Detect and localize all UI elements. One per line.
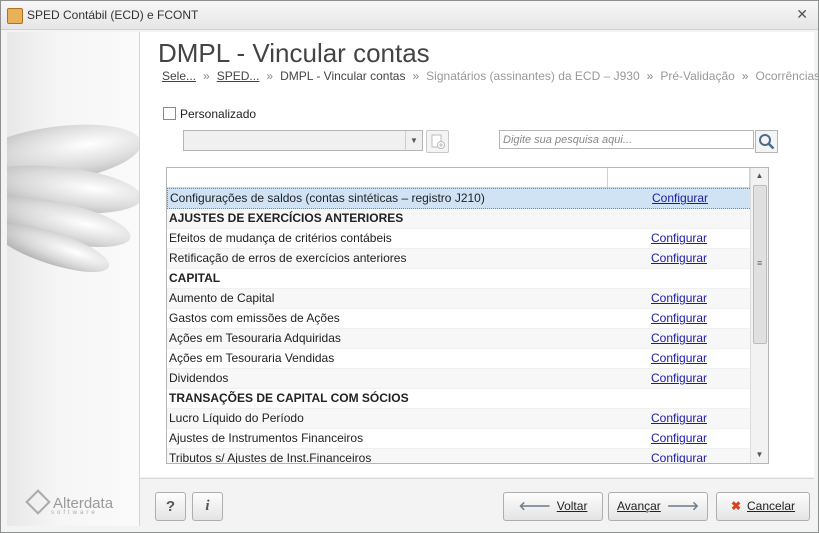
cancel-button[interactable]: ✖ Cancelar — [716, 492, 810, 521]
table-row[interactable]: Dividendos Configurar — [167, 369, 768, 389]
group-row[interactable]: TRANSAÇÕES DE CAPITAL COM SÓCIOS — [167, 389, 768, 409]
cancel-label: Cancelar — [747, 499, 796, 513]
breadcrumb: Sele... » SPED... » DMPL - Vincular contas » S… — [162, 69, 819, 83]
personalizado-checkbox[interactable] — [163, 107, 176, 120]
row-label: Efeitos de mudança de critérios contábei… — [169, 231, 392, 245]
table-row[interactable]: Gastos com emissões de Ações Configurar — [167, 309, 768, 329]
grid-header — [167, 168, 768, 188]
main-panel: DMPL - Vincular contas Sele...» SPED...» D… — [140, 32, 819, 477]
scroll-down-icon[interactable]: ▼ — [751, 447, 768, 463]
configurar-link[interactable]: Configurar — [651, 229, 707, 248]
row-label: Configurações de saldos (contas sintétic… — [170, 191, 485, 205]
grid-column-header[interactable] — [167, 168, 608, 187]
table-row[interactable]: Tributos s/ Ajustes de Inst.Financeiros C… — [167, 449, 768, 464]
back-button[interactable]: 🡐 Voltar — [503, 492, 603, 521]
row-label: Gastos com emissões de Ações — [169, 311, 340, 325]
group-row[interactable]: AJUSTES DE EXERCÍCIOS ANTERIORES — [167, 209, 768, 229]
configurar-link[interactable]: Configurar — [651, 249, 707, 268]
info-button[interactable]: i — [192, 492, 223, 521]
grip-icon: ≡ — [757, 258, 763, 268]
search-icon — [759, 134, 775, 150]
cancel-icon: ✖ — [730, 499, 742, 513]
search-button[interactable] — [755, 130, 778, 153]
grid-body: Configurações de saldos (contas sintétic… — [167, 188, 768, 464]
group-label: TRANSAÇÕES DE CAPITAL COM SÓCIOS — [169, 391, 409, 405]
help-button[interactable]: ? — [155, 492, 186, 521]
configurar-link[interactable]: Configurar — [651, 429, 707, 448]
breadcrumb-separator: » — [741, 69, 749, 83]
breadcrumb-step-4: Signatários (assinantes) da ECD – J930 — [426, 69, 640, 83]
back-label: Voltar — [556, 499, 588, 513]
configurar-link[interactable]: Configurar — [651, 409, 707, 428]
title-bar: SPED Contábil (ECD) e FCONT ✕ — [1, 1, 818, 30]
row-label: Ações em Tesouraria Adquiridas — [169, 331, 341, 345]
group-row[interactable]: CAPITAL — [167, 269, 768, 289]
configurar-link[interactable]: Configurar — [651, 309, 707, 328]
personalizado-label: Personalizado — [180, 107, 257, 121]
table-row[interactable]: Ações em Tesouraria Adquiridas Configurar — [167, 329, 768, 349]
breadcrumb-step-6: Ocorrências — [755, 69, 819, 83]
arrow-left-icon: 🡐 — [518, 499, 551, 513]
table-row[interactable]: Ações em Tesouraria Vendidas Configurar — [167, 349, 768, 369]
grid-column-header[interactable] — [608, 168, 750, 187]
breadcrumb-separator: » — [646, 69, 654, 83]
page-title: DMPL - Vincular contas — [158, 38, 430, 68]
alterdata-logo: Alterdata software — [25, 489, 113, 516]
breadcrumb-step-5: Pré-Validação — [660, 69, 735, 83]
row-label: Dividendos — [169, 371, 229, 385]
add-filter-button[interactable] — [426, 130, 449, 153]
breadcrumb-current: DMPL - Vincular contas — [280, 69, 406, 83]
app-window: SPED Contábil (ECD) e FCONT ✕ Alterdata … — [0, 0, 819, 533]
breadcrumb-step-1[interactable]: Sele... — [162, 69, 196, 83]
configurar-link[interactable]: Configurar — [651, 449, 707, 463]
table-row[interactable]: Efeitos de mudança de critérios contábei… — [167, 229, 768, 249]
next-button[interactable]: Avançar 🡒 — [608, 492, 708, 521]
window-title: SPED Contábil (ECD) e FCONT — [27, 8, 199, 22]
app-icon — [7, 8, 23, 24]
chevron-down-icon[interactable]: ▼ — [405, 131, 422, 150]
grid-scrollbar[interactable]: ▲ ≡ ▼ — [750, 168, 768, 463]
close-icon[interactable]: ✕ — [796, 6, 808, 23]
configurar-link[interactable]: Configurar — [651, 329, 707, 348]
configurar-link[interactable]: Configurar — [651, 369, 707, 388]
breadcrumb-step-2[interactable]: SPED... — [217, 69, 260, 83]
configurar-link[interactable]: Configurar — [651, 289, 707, 308]
row-label: Retificação de erros de exercícios anter… — [169, 251, 407, 265]
table-row[interactable]: Retificação de erros de exercícios anter… — [167, 249, 768, 269]
group-label: AJUSTES DE EXERCÍCIOS ANTERIORES — [169, 211, 404, 225]
row-label: Ajustes de Instrumentos Financeiros — [169, 431, 364, 445]
logo-subtext: software — [51, 510, 98, 516]
sidebar-graphic: Alterdata software — [7, 32, 140, 526]
personalizado-option[interactable]: Personalizado — [163, 107, 256, 121]
next-label: Avançar — [617, 499, 661, 513]
configurar-link[interactable]: Configurar — [651, 349, 707, 368]
search-input[interactable]: Digite sua pesquisa aqui... — [499, 130, 754, 149]
add-document-icon — [431, 134, 445, 149]
footer-bar: ? i 🡐 Voltar Avançar 🡒 ✖ Cancelar — [140, 478, 814, 529]
table-row[interactable]: Ajustes de Instrumentos Financeiros Confi… — [167, 429, 768, 449]
table-row[interactable]: Lucro Líquido do Período Configurar — [167, 409, 768, 429]
table-row[interactable]: Configurações de saldos (contas sintétic… — [167, 188, 768, 209]
breadcrumb-separator: » — [412, 69, 420, 83]
scroll-up-icon[interactable]: ▲ — [751, 168, 768, 184]
arrow-right-icon: 🡒 — [666, 499, 699, 513]
table-row[interactable]: Aumento de Capital Configurar — [167, 289, 768, 309]
breadcrumb-separator: » — [266, 69, 274, 83]
row-label: Aumento de Capital — [169, 291, 275, 305]
breadcrumb-separator: » — [203, 69, 210, 83]
row-label: Ações em Tesouraria Vendidas — [169, 351, 335, 365]
row-label: Tributos s/ Ajustes de Inst.Financeiros — [169, 451, 372, 464]
filter-combobox[interactable]: ▼ — [183, 130, 423, 151]
configurar-link[interactable]: Configurar — [652, 189, 708, 208]
logo-mark-icon — [25, 489, 51, 515]
scroll-thumb[interactable]: ≡ — [753, 185, 767, 344]
group-label: CAPITAL — [169, 271, 221, 285]
row-label: Lucro Líquido do Período — [169, 411, 304, 425]
accounts-grid: Configurações de saldos (contas sintétic… — [166, 167, 769, 464]
